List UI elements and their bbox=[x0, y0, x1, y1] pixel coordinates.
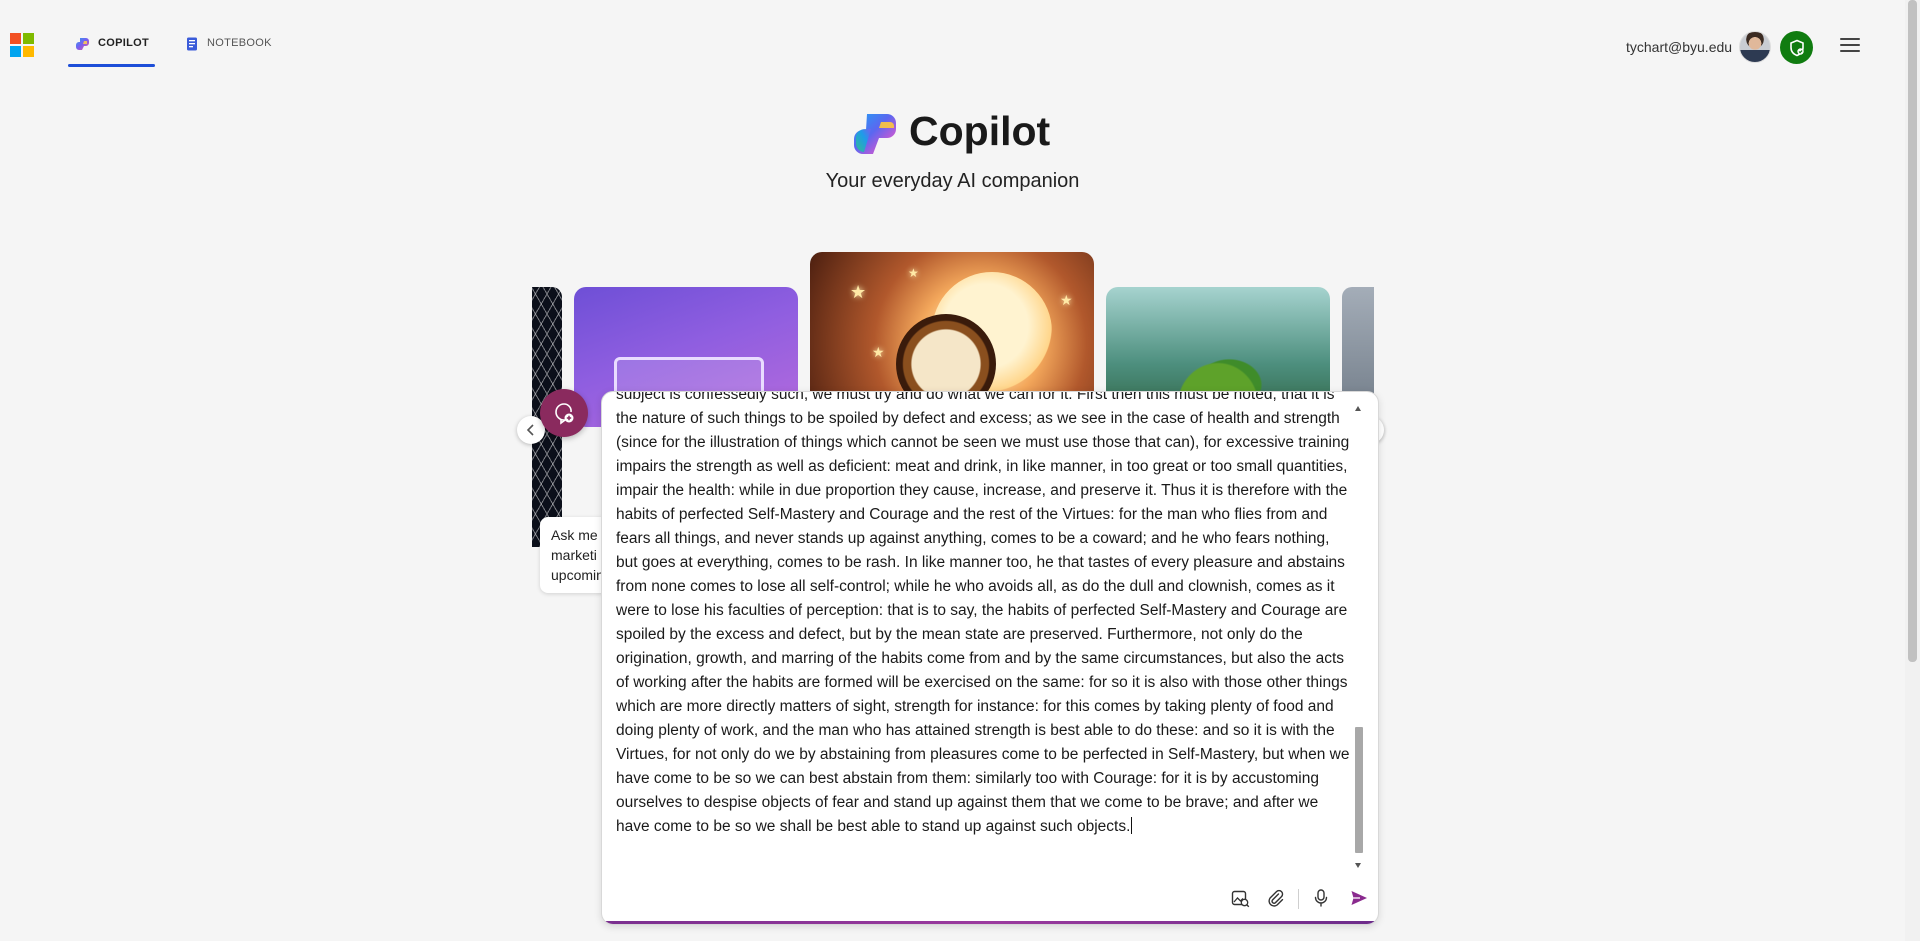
text-caret bbox=[1131, 817, 1133, 834]
scroll-up-icon[interactable] bbox=[1355, 406, 1361, 411]
top-nav: COPILOT NOTEBOOK tychart@byu.edu bbox=[0, 0, 1905, 92]
voice-input-button[interactable] bbox=[1306, 883, 1336, 913]
star-icon: ★ bbox=[908, 266, 919, 280]
copilot-logo-icon bbox=[854, 114, 896, 154]
hamburger-menu-icon[interactable] bbox=[1838, 35, 1862, 57]
new-topic-button[interactable] bbox=[540, 389, 588, 437]
user-email[interactable]: tychart@byu.edu bbox=[1626, 39, 1732, 55]
tab-notebook[interactable]: NOTEBOOK bbox=[184, 36, 272, 68]
star-icon: ★ bbox=[872, 344, 885, 360]
composer-toolbar bbox=[602, 883, 1378, 919]
tab-copilot[interactable]: COPILOT bbox=[68, 36, 155, 68]
paperclip-icon bbox=[1268, 889, 1284, 907]
chevron-left-icon bbox=[526, 424, 534, 436]
microsoft-logo-icon[interactable] bbox=[10, 33, 34, 57]
shield-check-icon bbox=[1789, 39, 1804, 56]
star-icon: ★ bbox=[1060, 292, 1073, 308]
input-scrollbar[interactable] bbox=[1352, 403, 1365, 869]
chat-composer[interactable]: subject is confessedly such, we must try… bbox=[601, 391, 1379, 925]
message-text: subject is confessedly such, we must try… bbox=[616, 392, 1350, 835]
send-button[interactable] bbox=[1344, 883, 1374, 913]
toolbar-divider bbox=[1298, 889, 1299, 909]
new-chat-icon bbox=[555, 403, 574, 425]
message-input[interactable]: subject is confessedly such, we must try… bbox=[616, 392, 1352, 875]
prompt-suggestion-card[interactable]: Ask me marketi upcomin bbox=[540, 517, 610, 593]
page-title: Copilot bbox=[909, 108, 1051, 154]
send-icon bbox=[1351, 891, 1367, 905]
page-subtitle: Your everyday AI companion bbox=[825, 170, 1080, 192]
add-image-button[interactable] bbox=[1225, 883, 1255, 913]
tab-notebook-label: NOTEBOOK bbox=[207, 37, 272, 49]
avatar[interactable] bbox=[1739, 31, 1771, 63]
star-icon: ★ bbox=[850, 282, 867, 302]
attach-file-button[interactable] bbox=[1260, 883, 1290, 913]
scrollbar-thumb[interactable] bbox=[1355, 727, 1363, 853]
page-scrollbar[interactable] bbox=[1905, 0, 1920, 941]
notebook-icon bbox=[187, 37, 197, 51]
image-search-icon bbox=[1231, 890, 1250, 908]
copilot-icon bbox=[76, 38, 89, 50]
shield-icon[interactable] bbox=[1780, 31, 1813, 64]
page-scrollbar-thumb[interactable] bbox=[1908, 0, 1917, 662]
carousel-card-alarm-clock[interactable]: ★ ★ ★ ★ bbox=[810, 252, 1094, 392]
microphone-icon bbox=[1314, 889, 1328, 907]
scroll-down-icon[interactable] bbox=[1355, 863, 1361, 868]
tab-copilot-label: COPILOT bbox=[98, 37, 149, 49]
